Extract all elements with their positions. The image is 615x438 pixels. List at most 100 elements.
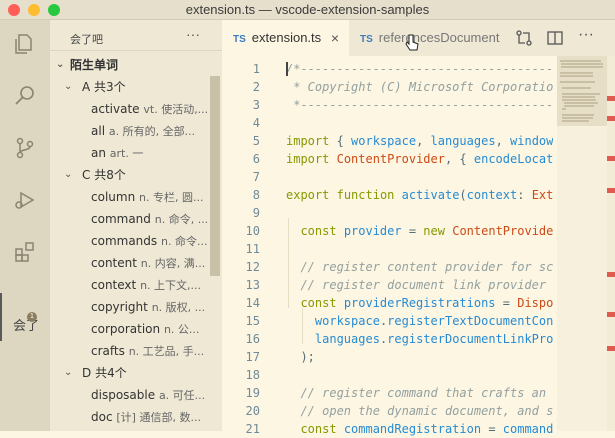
definition: vt. 使活动,...: [143, 103, 209, 116]
line-number: 1: [252, 62, 260, 76]
group-d[interactable]: ⌄ D 共4个: [50, 362, 210, 384]
section-label: 陌生单词: [70, 58, 119, 72]
more-actions-icon[interactable]: ···: [186, 26, 200, 42]
editor: TS extension.ts × TS referencesDocument ··…: [222, 20, 615, 436]
list-item[interactable]: doc [计] 通信部, 数...: [50, 406, 210, 428]
code-text: // register content provider for scheme …: [300, 260, 553, 274]
split-editor-icon[interactable]: [546, 29, 564, 47]
code-line[interactable]: 3 *-------------------------------------…: [222, 96, 615, 114]
code-text: import ContentProvider, { encodeLocation…: [286, 152, 553, 166]
code-line[interactable]: 15 workspace.registerTextDocumentContent…: [222, 312, 615, 330]
list-item[interactable]: commands n. 命令...: [50, 230, 210, 252]
list-item[interactable]: an art. 一: [50, 142, 210, 164]
group-letter: C: [82, 168, 91, 182]
explorer-icon[interactable]: [13, 32, 37, 56]
list-item[interactable]: content n. 内容, 满...: [50, 252, 210, 274]
more-actions-icon[interactable]: ···: [578, 26, 596, 44]
word: commands: [91, 234, 158, 248]
code-text: import { workspace, languages, window, c…: [286, 134, 553, 148]
divider: [50, 50, 222, 51]
code-text: );: [286, 350, 315, 364]
code-line[interactable]: 8 export function activate(context: Exten…: [222, 186, 615, 204]
line-number: 16: [245, 332, 260, 346]
tab-extension-ts[interactable]: TS extension.ts ×: [222, 20, 349, 56]
code-line[interactable]: 18: [222, 366, 615, 384]
line-number: 10: [245, 224, 260, 238]
source-control-icon[interactable]: [13, 136, 37, 160]
line-number: 12: [245, 260, 260, 274]
typescript-icon: TS: [360, 34, 373, 45]
code-line[interactable]: 1 /*-------------------------------------…: [222, 60, 615, 78]
code-text: * Copyright (C) Microsoft Corporation. A…: [293, 80, 553, 94]
definition: n. 公...: [163, 323, 200, 336]
code-line[interactable]: 7: [222, 168, 615, 186]
list-item[interactable]: context n. 上下文,...: [50, 274, 210, 296]
tab-label: extension.ts: [251, 30, 322, 45]
list-item[interactable]: corporation n. 公...: [50, 318, 210, 340]
line-number: 7: [252, 170, 260, 184]
definition: art. 一: [109, 147, 144, 160]
word: disposable: [91, 388, 156, 402]
list-item[interactable]: copyright n. 版权, ...: [50, 296, 210, 318]
line-number: 18: [245, 368, 260, 382]
code-line[interactable]: 12 // register content provider for sche…: [222, 258, 615, 276]
word: corporation: [91, 322, 161, 336]
list-item[interactable]: activate vt. 使活动,...: [50, 98, 210, 120]
word: content: [91, 256, 137, 270]
group-letter: D: [82, 366, 92, 380]
code-line[interactable]: 14 const providerRegistrations = Disposa…: [222, 294, 615, 312]
code-line[interactable]: 11: [222, 240, 615, 258]
sidebar-scrollbar[interactable]: [210, 76, 220, 276]
group-count: 共3个: [94, 80, 126, 94]
code-line[interactable]: 20 // open the dynamic document, and sho…: [222, 402, 615, 420]
search-icon[interactable]: [13, 84, 37, 108]
tab-label: referencesDocument: [378, 30, 500, 45]
code-text: workspace.registerTextDocumentContentPro…: [314, 314, 553, 328]
list-item[interactable]: command n. 命令, ...: [50, 208, 210, 230]
code-line[interactable]: 6 import ContentProvider, { encodeLocatio…: [222, 150, 615, 168]
tab-references-document[interactable]: TS referencesDocument: [349, 20, 509, 56]
code-line[interactable]: 19 // register command that crafts an ur…: [222, 384, 615, 402]
text-cursor: [286, 62, 288, 76]
word: context: [91, 278, 137, 292]
line-number: 9: [252, 206, 260, 220]
list-item[interactable]: column n. 专栏, 圆...: [50, 186, 210, 208]
code-text: /*--------------------------------------…: [286, 62, 553, 76]
code-line[interactable]: 17 );: [222, 348, 615, 366]
line-number: 8: [252, 188, 260, 202]
code-area[interactable]: 1 /*-------------------------------------…: [222, 56, 615, 436]
code-line[interactable]: 5 import { workspace, languages, window, …: [222, 132, 615, 150]
activity-bar: 会了 1: [0, 20, 50, 431]
list-item[interactable]: crafts n. 工艺品, 手...: [50, 340, 210, 362]
section-unknown-words[interactable]: ⌄ 陌生单词: [50, 54, 210, 76]
code-line[interactable]: 9: [222, 204, 615, 222]
group-letter: A: [82, 80, 91, 94]
chevron-down-icon: ⌄: [64, 367, 73, 378]
definition: n. 上下文,...: [140, 279, 202, 292]
group-c[interactable]: ⌄ C 共8个: [50, 164, 210, 186]
list-item[interactable]: disposable a. 可任...: [50, 384, 210, 406]
close-icon[interactable]: ×: [331, 20, 339, 56]
run-debug-icon[interactable]: [13, 188, 37, 212]
line-number: 6: [252, 152, 260, 166]
list-item[interactable]: all a. 所有的, 全部...: [50, 120, 210, 142]
definition: a. 所有的, 全部...: [108, 125, 196, 138]
line-number: 14: [245, 296, 260, 310]
definition: a. 可任...: [158, 389, 206, 402]
line-number: 13: [245, 278, 260, 292]
word: command: [91, 212, 151, 226]
code-line[interactable]: 2 * Copyright (C) Microsoft Corporation.…: [222, 78, 615, 96]
code-line[interactable]: 21 const commandRegistration = commands.: [222, 420, 615, 438]
word: activate: [91, 102, 140, 116]
code-text: // register document link provider for s…: [300, 278, 547, 292]
code-line[interactable]: 4: [222, 114, 615, 132]
code-text: // open the dynamic document, and shows …: [300, 404, 553, 418]
extensions-icon[interactable]: [13, 240, 37, 264]
code-line[interactable]: 16 languages.registerDocumentLinkProvide…: [222, 330, 615, 348]
group-a[interactable]: ⌄ A 共3个: [50, 76, 210, 98]
definition: n. 内容, 满...: [140, 257, 206, 270]
code-line[interactable]: 13 // register document link provider fo…: [222, 276, 615, 294]
open-changes-icon[interactable]: [515, 29, 533, 47]
code-line[interactable]: 10 const provider = new ContentProvider(…: [222, 222, 615, 240]
title-bar: extension.ts — vscode-extension-samples: [0, 0, 615, 20]
